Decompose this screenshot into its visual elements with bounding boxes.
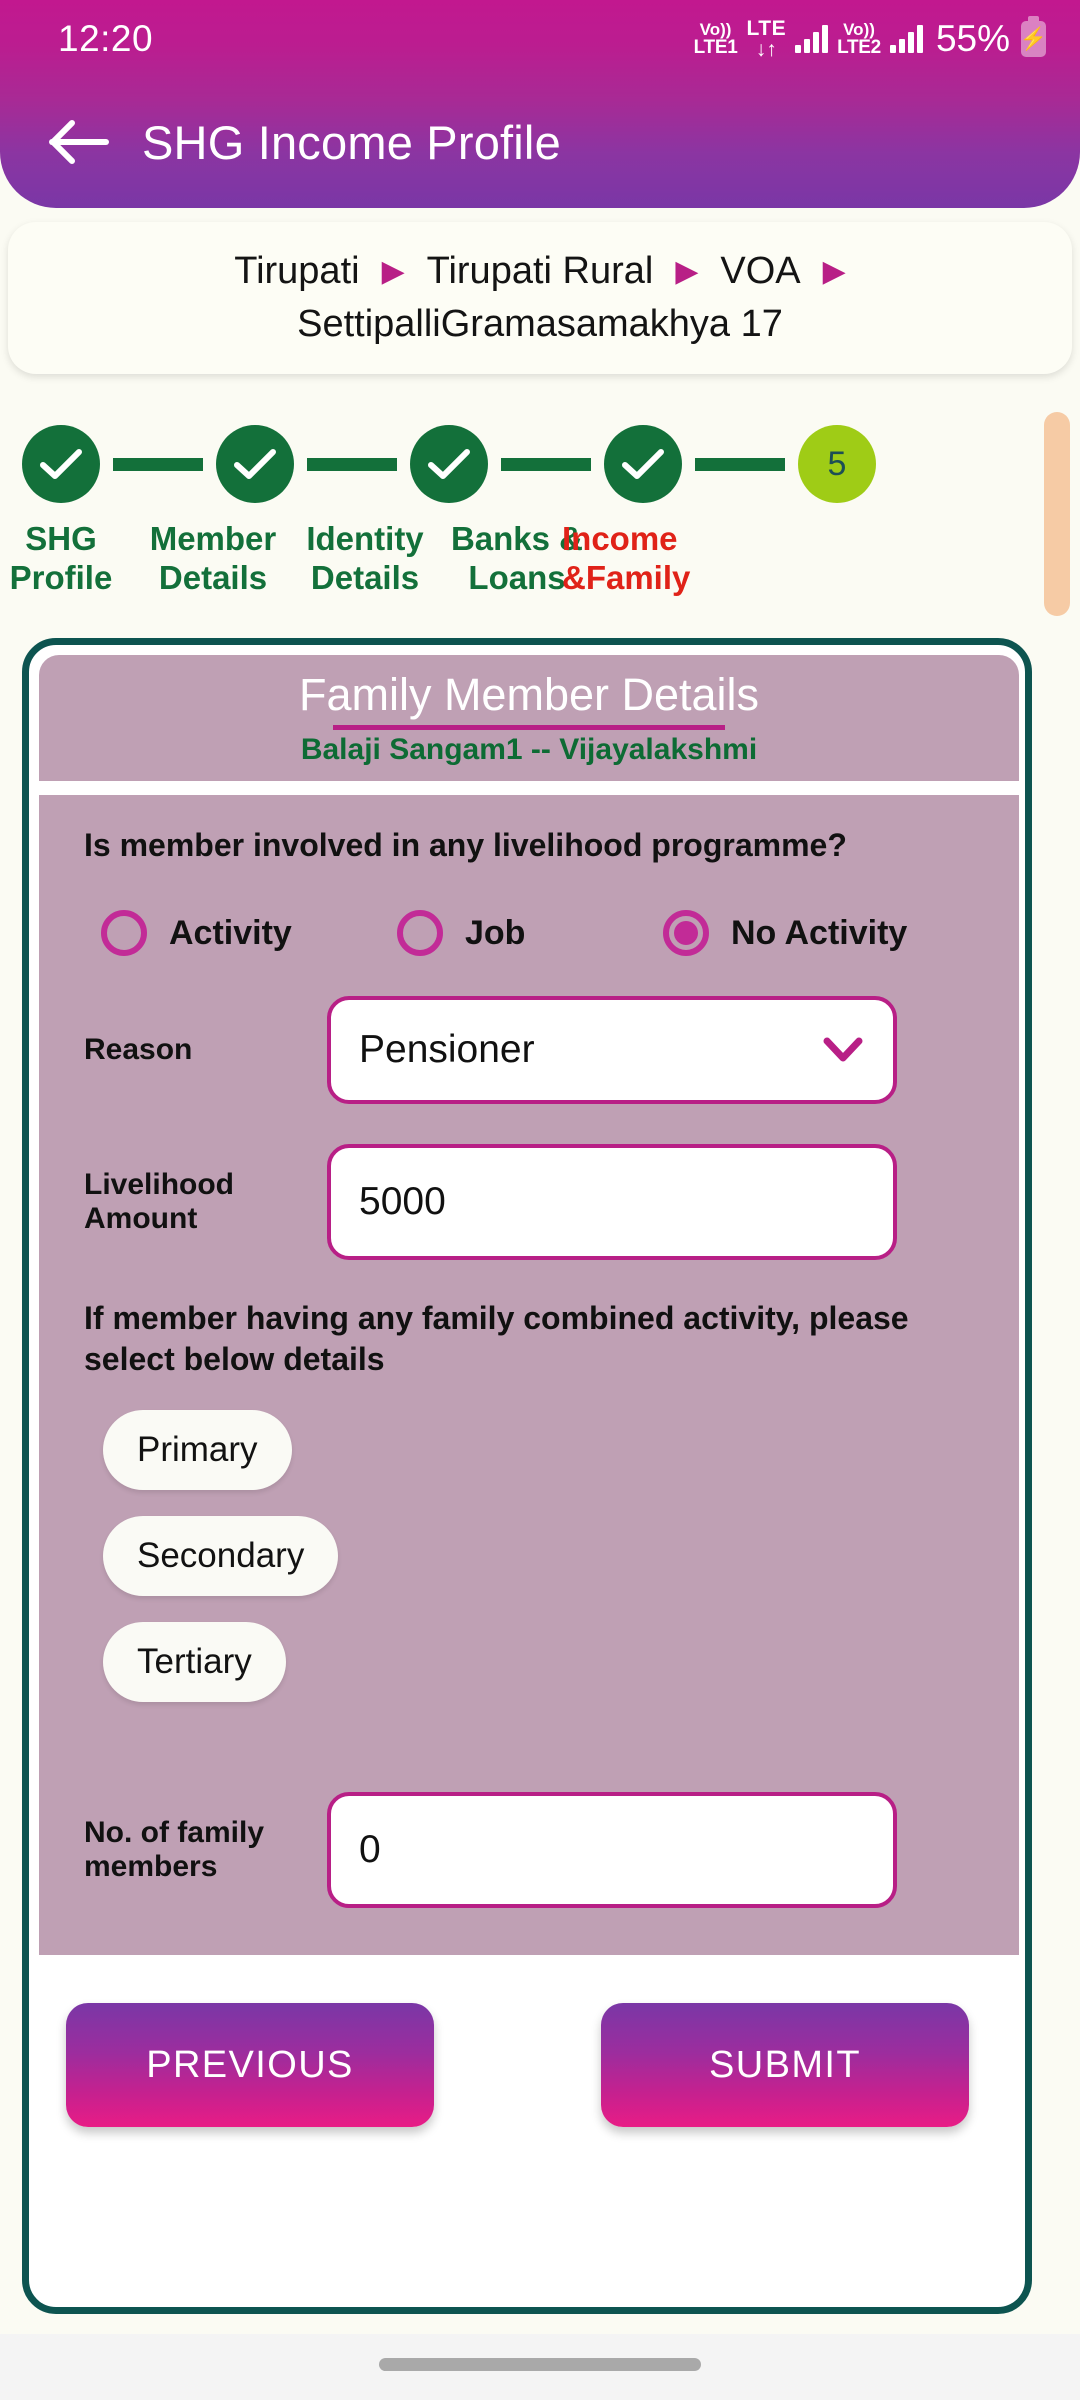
signal-bars-sim1-icon (795, 25, 829, 53)
breadcrumb-item-voa[interactable]: VOA (720, 250, 800, 293)
volte-sim1-icon: Vo)) LTE1 (694, 21, 738, 57)
radio-label-job: Job (465, 913, 526, 952)
stepper-node-income-family[interactable]: 5 (798, 425, 876, 503)
livelihood-amount-label: Livelihood Amount (84, 1168, 234, 1235)
stepper-connector (501, 457, 591, 471)
stepper-node-member-details[interactable] (216, 425, 294, 503)
breadcrumb-item-vo[interactable]: SettipalliGramasamakhya 17 (297, 303, 783, 346)
radio-label-no-activity: No Activity (731, 913, 908, 952)
title-underline (333, 725, 725, 730)
stepper-nodes: 5 (22, 425, 876, 503)
family-member-details-card: Family Member Details Balaji Sangam1 -- … (22, 638, 1032, 2314)
radio-unselected-icon (397, 910, 443, 956)
home-gesture-pill[interactable] (379, 2358, 701, 2371)
breadcrumb-separator-icon: ▶ (381, 254, 405, 288)
vertical-scrollbar[interactable] (1044, 412, 1070, 616)
breadcrumb-separator-icon: ▶ (822, 254, 846, 288)
livelihood-question-label: Is member involved in any livelihood pro… (84, 827, 847, 863)
chip-tertiary[interactable]: Tertiary (103, 1621, 286, 1702)
card-title: Family Member Details (298, 669, 760, 720)
family-members-value: 0 (359, 1827, 381, 1871)
chip-secondary[interactable]: Secondary (103, 1515, 339, 1596)
breadcrumb-item-district[interactable]: Tirupati (234, 250, 359, 293)
stepper-connector (113, 457, 203, 471)
lte-data-icon: LTE ↓↑ (746, 18, 786, 60)
reason-value: Pensioner (359, 1028, 535, 1071)
lte-label: LTE (746, 17, 787, 40)
family-members-input[interactable]: 0 (327, 1791, 897, 1908)
combined-activity-note: If member having any family combined act… (84, 1300, 909, 1377)
breadcrumb-row: Tirupati ▶ Tirupati Rural ▶ VOA ▶ (234, 250, 845, 293)
radio-selected-icon (663, 910, 709, 956)
app-bar-title-row: SHG Income Profile (0, 82, 1080, 202)
previous-button[interactable]: PREVIOUS (66, 2003, 434, 2127)
data-arrows-icon: ↓↑ (755, 38, 777, 61)
stepper-node-banks-loans[interactable] (604, 425, 682, 503)
activity-level-chips: Primary Secondary Tertiary (39, 1409, 1019, 1728)
reason-field-row: Reason Pensioner (39, 996, 1019, 1104)
volte-sim2-icon: Vo)) LTE2 (837, 21, 881, 57)
card-header: Family Member Details Balaji Sangam1 -- … (39, 655, 1019, 781)
battery-percent: 55% (935, 18, 1010, 59)
progress-stepper: 5 SHG Profile Member Details Identity De… (0, 415, 1080, 630)
volte-sim2-top: Vo)) (843, 20, 875, 39)
battery-charging-icon: ⚡ (1020, 16, 1047, 57)
breadcrumb-separator-icon: ▶ (675, 254, 699, 288)
action-bar: PREVIOUS SUBMIT (39, 1963, 1019, 2303)
family-members-label: No. of family members (84, 1815, 265, 1883)
chip-wrap: Primary (103, 1409, 1019, 1516)
stepper-connector (307, 457, 397, 471)
volte-sim1-bottom: LTE1 (693, 37, 738, 58)
page-title: SHG Income Profile (142, 115, 561, 169)
livelihood-amount-value: 5000 (359, 1180, 446, 1223)
chip-primary[interactable]: Primary (103, 1409, 292, 1490)
reason-label: Reason (84, 1033, 193, 1066)
radio-option-activity[interactable]: Activity (101, 910, 397, 956)
card-subtitle: Balaji Sangam1 -- Vijayalakshmi (300, 733, 758, 766)
stepper-node-identity-details[interactable] (410, 425, 488, 503)
breadcrumb: Tirupati ▶ Tirupati Rural ▶ VOA ▶ Settip… (8, 222, 1072, 374)
livelihood-radio-group: Activity Job No Activity (39, 910, 1019, 956)
reason-dropdown[interactable]: Pensioner (327, 996, 897, 1104)
status-time: 12:20 (58, 18, 154, 59)
phone-screen: 12:20 Vo)) LTE1 LTE ↓↑ Vo)) LTE2 55% ⚡ S… (0, 0, 1080, 2400)
volte-sim2-bottom: LTE2 (837, 37, 881, 58)
livelihood-amount-field-row: Livelihood Amount 5000 (39, 1144, 1019, 1260)
family-members-field-row: No. of family members 0 (39, 1791, 1019, 1908)
stepper-node-shg-profile[interactable] (22, 425, 100, 503)
radio-option-job[interactable]: Job (397, 910, 663, 956)
status-icons: Vo)) LTE1 LTE ↓↑ Vo)) LTE2 55% ⚡ (694, 16, 1047, 60)
signal-bars-sim2-icon (889, 25, 923, 53)
stepper-label-line2: &Family (562, 558, 691, 596)
chip-wrap: Tertiary (103, 1621, 1019, 1728)
back-arrow-icon[interactable] (42, 105, 116, 179)
status-bar: 12:20 Vo)) LTE1 LTE ↓↑ Vo)) LTE2 55% ⚡ (0, 0, 1080, 78)
stepper-label-income-family: Income &Family (562, 520, 772, 598)
volte-sim1-top: Vo)) (699, 20, 732, 39)
android-navigation-bar (0, 2334, 1080, 2400)
stepper-label-line1: Income (562, 520, 678, 557)
chevron-down-icon (823, 1037, 863, 1063)
radio-label-activity: Activity (169, 913, 292, 952)
form-body: Is member involved in any livelihood pro… (39, 795, 1019, 1955)
stepper-connector (695, 457, 785, 471)
app-bar: 12:20 Vo)) LTE1 LTE ↓↑ Vo)) LTE2 55% ⚡ S… (0, 0, 1080, 208)
breadcrumb-item-mandal[interactable]: Tirupati Rural (427, 250, 654, 293)
radio-unselected-icon (101, 910, 147, 956)
submit-button[interactable]: SUBMIT (601, 2003, 969, 2127)
livelihood-amount-input[interactable]: 5000 (327, 1144, 897, 1260)
chip-wrap: Secondary (103, 1515, 1019, 1622)
radio-option-no-activity[interactable]: No Activity (663, 910, 907, 956)
